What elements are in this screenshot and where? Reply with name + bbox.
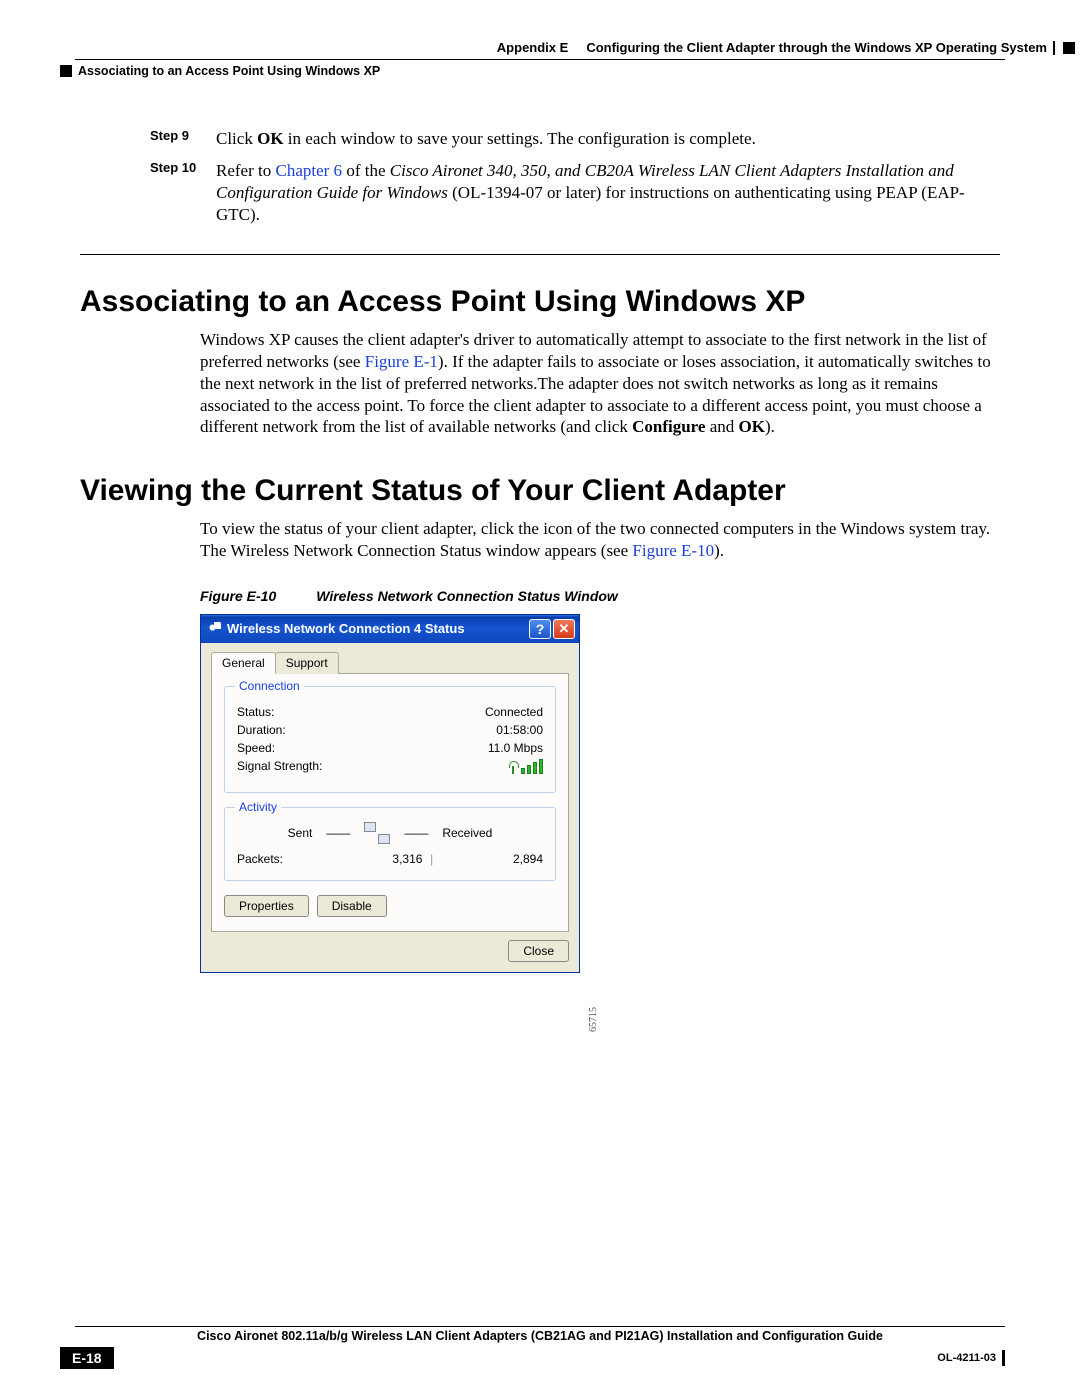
header-divider xyxy=(1053,41,1055,55)
status-label: Status: xyxy=(237,705,274,719)
step9-ok: OK xyxy=(257,129,283,148)
page-number: E-18 xyxy=(60,1347,114,1369)
footer-rule xyxy=(75,1326,1005,1327)
duration-label: Duration: xyxy=(237,723,286,737)
section2-title: Viewing the Current Status of Your Clien… xyxy=(80,474,1080,508)
figure-e1-link[interactable]: Figure E-1 xyxy=(365,352,438,371)
step10-text: Refer to Chapter 6 of the Cisco Aironet … xyxy=(216,160,1000,226)
configure-bold: Configure xyxy=(632,417,705,436)
figure-title: Wireless Network Connection Status Windo… xyxy=(316,588,618,604)
figure-caption: Figure E-10 Wireless Network Connection S… xyxy=(200,588,1080,604)
header-breadcrumb-row: Associating to an Access Point Using Win… xyxy=(0,64,1080,78)
step9-label: Step 9 xyxy=(150,128,198,143)
tab-strip: General Support xyxy=(211,651,569,674)
s2-end: ). xyxy=(714,541,724,560)
s1-end: ). xyxy=(765,417,775,436)
step10-mid1: of the xyxy=(342,161,390,180)
header-top-row: Appendix E Configuring the Client Adapte… xyxy=(0,40,1080,55)
s1-and: and xyxy=(705,417,738,436)
chapter6-link[interactable]: Chapter 6 xyxy=(275,161,342,180)
section2-para: To view the status of your client adapte… xyxy=(200,518,1000,562)
step9-pre: Click xyxy=(216,129,257,148)
breadcrumb: Associating to an Access Point Using Win… xyxy=(78,64,380,78)
xp-titlebar[interactable]: Wireless Network Connection 4 Status ? ✕ xyxy=(201,615,579,643)
window-title: Wireless Network Connection 4 Status xyxy=(227,621,465,636)
wireless-icon xyxy=(207,622,221,636)
step10-pre: Refer to xyxy=(216,161,275,180)
received-label: Received xyxy=(442,826,492,840)
breadcrumb-square-icon xyxy=(60,65,72,77)
step10-label: Step 10 xyxy=(150,160,198,175)
speed-label: Speed: xyxy=(237,741,275,755)
figure-label: Figure E-10 xyxy=(200,588,276,604)
footer-bar-icon xyxy=(1002,1350,1005,1366)
doc-number: OL-4211-03 xyxy=(937,1352,996,1364)
group-activity: Activity Sent —— —— Received Packets: 3,… xyxy=(224,807,556,881)
header-rule xyxy=(75,59,1005,60)
status-value: Connected xyxy=(485,705,543,719)
xp-status-window: Wireless Network Connection 4 Status ? ✕… xyxy=(200,614,580,973)
speed-value: 11.0 Mbps xyxy=(488,741,543,755)
footer: Cisco Aironet 802.11a/b/g Wireless LAN C… xyxy=(0,1326,1080,1369)
packets-recv: 2,894 xyxy=(441,852,543,866)
group-activity-title: Activity xyxy=(235,800,281,814)
activity-icon xyxy=(364,822,390,844)
packets-label: Packets: xyxy=(237,852,320,866)
signal-label: Signal Strength: xyxy=(237,759,322,774)
section1-para: Windows XP causes the client adapter's d… xyxy=(200,329,1000,438)
group-connection-title: Connection xyxy=(235,679,304,693)
figure-side-id: 65715 xyxy=(588,1007,599,1032)
packets-sent: 3,316 xyxy=(320,852,422,866)
ok-bold: OK xyxy=(739,417,765,436)
section1-title: Associating to an Access Point Using Win… xyxy=(80,285,1080,319)
tab-general[interactable]: General xyxy=(211,652,276,674)
step9-text: Click OK in each window to save your set… xyxy=(216,128,1000,150)
appendix-label: Appendix E xyxy=(497,40,569,55)
header-square-icon xyxy=(1063,42,1075,54)
chapter-title: Configuring the Client Adapter through t… xyxy=(586,40,1047,55)
figure-e10-link[interactable]: Figure E-10 xyxy=(632,541,714,560)
footer-guide-title: Cisco Aironet 802.11a/b/g Wireless LAN C… xyxy=(0,1329,1080,1343)
duration-value: 01:58:00 xyxy=(496,723,543,737)
properties-button[interactable]: Properties xyxy=(224,895,309,917)
disable-button[interactable]: Disable xyxy=(317,895,387,917)
help-button[interactable]: ? xyxy=(529,619,551,639)
tab-support[interactable]: Support xyxy=(275,652,339,674)
s2-pre: To view the status of your client adapte… xyxy=(200,519,990,560)
close-button[interactable]: Close xyxy=(508,940,569,962)
step9-post: in each window to save your settings. Th… xyxy=(284,129,756,148)
section-rule-1 xyxy=(80,254,1000,255)
signal-strength-icon xyxy=(510,759,543,774)
sent-label: Sent xyxy=(288,826,313,840)
close-icon[interactable]: ✕ xyxy=(553,619,575,639)
group-connection: Connection Status:Connected Duration:01:… xyxy=(224,686,556,793)
